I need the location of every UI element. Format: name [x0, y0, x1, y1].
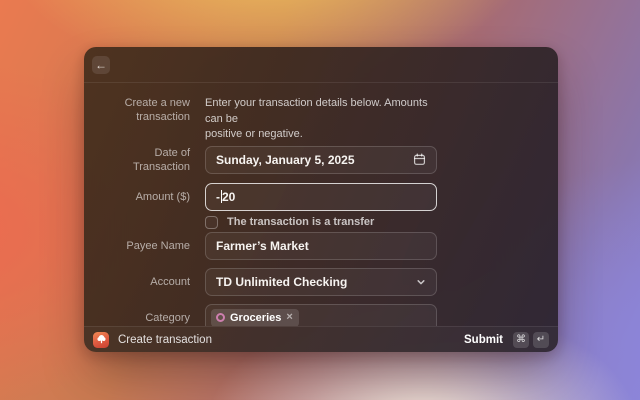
category-tag-name: Groceries [230, 312, 281, 324]
date-input[interactable]: Sunday, January 5, 2025 [205, 146, 437, 174]
transaction-form: Create a new transaction Enter your tran… [84, 83, 558, 326]
payee-row: Payee Name Farmer’s Market [99, 232, 558, 260]
payee-label: Payee Name [99, 239, 205, 253]
category-tag-groceries[interactable]: Groceries × [211, 309, 299, 327]
account-select[interactable]: TD Unlimited Checking [205, 268, 437, 296]
amount-row: Amount ($) -20 [99, 183, 558, 211]
remove-tag-icon[interactable]: × [286, 312, 292, 323]
transfer-row: The transaction is a transfer [99, 216, 558, 229]
form-intro-row: Create a new transaction Enter your tran… [99, 96, 558, 143]
submit-button[interactable]: Submit [464, 334, 503, 346]
amount-input[interactable]: -20 [205, 183, 437, 211]
account-row: Account TD Unlimited Checking [99, 268, 558, 296]
date-row: Date of Transaction Sunday, January 5, 2… [99, 146, 558, 174]
amount-value-before-caret: - [216, 190, 220, 204]
form-title: Create a new transaction [99, 96, 205, 143]
payee-input[interactable]: Farmer’s Market [205, 232, 437, 260]
back-arrow-icon: ← [95, 59, 107, 71]
return-key-icon: ↵ [533, 332, 549, 348]
account-label: Account [99, 275, 205, 289]
date-label: Date of Transaction [99, 146, 205, 174]
chevron-down-icon [416, 277, 426, 287]
category-label: Category [99, 311, 205, 325]
transfer-checkbox-row[interactable]: The transaction is a transfer [205, 216, 374, 229]
amount-label: Amount ($) [99, 190, 205, 204]
transfer-checkbox[interactable] [205, 216, 218, 229]
extension-app-icon [93, 332, 109, 348]
tree-icon [96, 334, 107, 345]
command-key-icon: ⌘ [513, 332, 529, 348]
category-row: Category Groceries × [99, 304, 558, 327]
transfer-checkbox-label: The transaction is a transfer [227, 216, 374, 228]
account-value: TD Unlimited Checking [216, 275, 416, 289]
create-transaction-dialog: ← Create a new transaction Enter your tr… [84, 47, 558, 352]
back-button[interactable]: ← [92, 56, 110, 74]
date-value: Sunday, January 5, 2025 [216, 153, 413, 167]
form-description-line-1: Enter your transaction details below. Am… [205, 96, 437, 127]
payee-value: Farmer’s Market [216, 239, 426, 253]
dialog-header: ← [84, 47, 558, 83]
category-input[interactable]: Groceries × [205, 304, 437, 327]
form-description-line-2: positive or negative. [205, 127, 437, 143]
amount-value-after-caret: 20 [222, 190, 235, 204]
command-name: Create transaction [118, 334, 212, 346]
category-color-dot-icon [216, 313, 225, 322]
calendar-icon[interactable] [413, 153, 426, 166]
dialog-footer: Create transaction Submit ⌘ ↵ [84, 326, 558, 352]
